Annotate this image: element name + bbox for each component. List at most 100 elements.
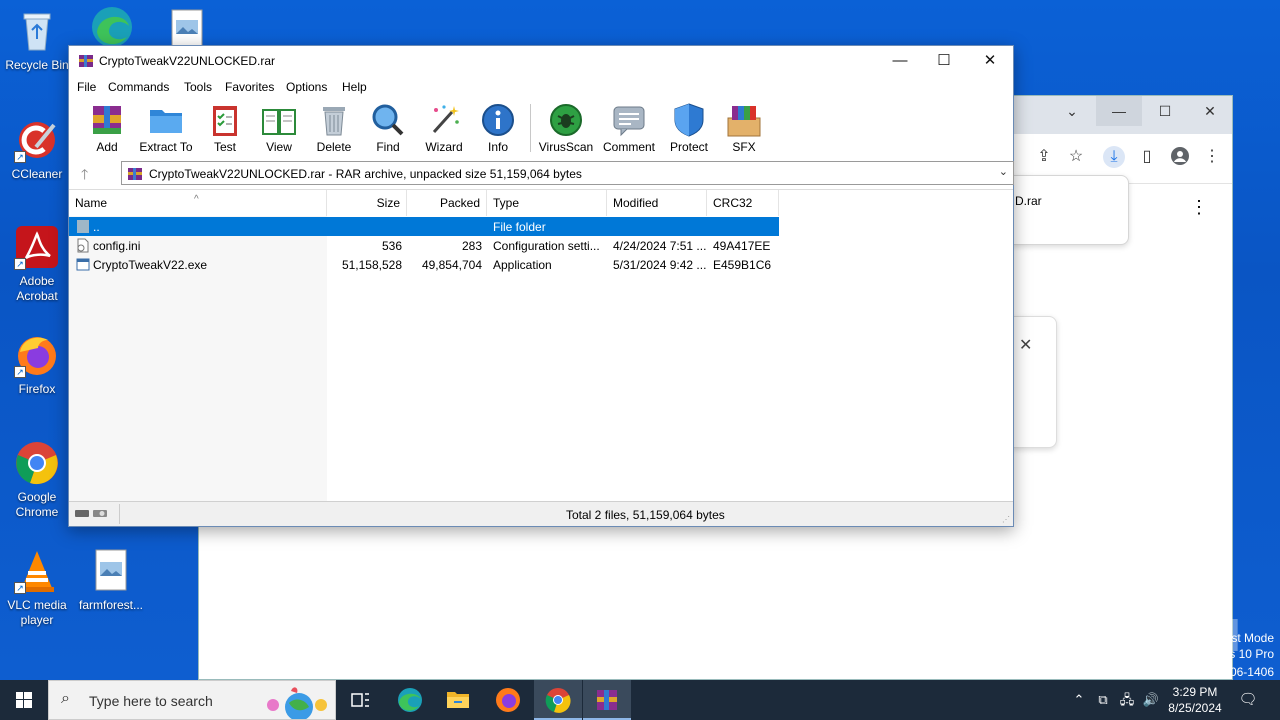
close-button[interactable]: ✕ <box>967 46 1013 76</box>
desktop-icon-recycle-bin[interactable]: Recycle Bin <box>0 8 74 73</box>
column-header-type[interactable]: Type <box>487 190 607 216</box>
file-explorer-icon[interactable] <box>434 680 482 720</box>
popup-dialog: ✕ <box>1012 316 1057 448</box>
trash-icon <box>316 102 352 138</box>
desktop-icon-firefox[interactable]: ↗ Firefox <box>0 332 74 397</box>
window-title: CryptoTweakV22UNLOCKED.rar <box>99 54 276 68</box>
chevron-down-icon[interactable]: ⌄ <box>1049 96 1095 126</box>
menu-tools[interactable]: Tools <box>184 80 212 94</box>
download-more-icon[interactable]: ⋮ <box>1190 198 1208 216</box>
close-icon[interactable]: ✕ <box>1019 335 1032 355</box>
folder-up-icon <box>76 219 90 234</box>
desktop-icon-label: Adobe Acrobat <box>16 274 58 303</box>
rar-archive-icon <box>127 166 143 182</box>
maximize-button[interactable]: ☐ <box>1142 96 1188 126</box>
device-icon[interactable]: ⧉ <box>1092 680 1114 720</box>
winrar-app-icon <box>78 53 94 69</box>
sfx-box-icon <box>726 102 762 138</box>
table-row[interactable]: .. File folder <box>69 217 779 236</box>
winrar-window[interactable]: CryptoTweakV22UNLOCKED.rar — ☐ ✕ File Co… <box>68 45 1014 527</box>
comment-button[interactable]: Comment <box>600 98 658 156</box>
sort-up-icon: ^ <box>194 194 199 205</box>
status-text: Total 2 files, 51,159,064 bytes <box>566 508 725 522</box>
maximize-button[interactable]: ☐ <box>921 46 967 76</box>
column-header-size[interactable]: Size <box>327 190 407 216</box>
more-menu-icon[interactable]: ⋮ <box>1201 146 1223 168</box>
desktop-icon-adobe-acrobat[interactable]: ↗ Adobe Acrobat <box>0 224 74 304</box>
row-modified: 5/31/2024 9:42 ... <box>613 258 707 272</box>
up-arrow-icon[interactable]: 🡑 <box>81 164 88 188</box>
resize-grip-icon[interactable]: ⋰ <box>1002 515 1010 524</box>
menu-file[interactable]: File <box>77 80 96 94</box>
column-header-crc32[interactable]: CRC32 <box>707 190 779 216</box>
extract-to-button[interactable]: Extract To <box>136 98 196 156</box>
firefox-taskbar-icon[interactable] <box>484 680 532 720</box>
drive-icon <box>75 508 107 523</box>
magnifier-icon <box>370 102 406 138</box>
column-header-modified[interactable]: Modified <box>607 190 707 216</box>
header-label: CRC32 <box>713 196 753 210</box>
folder-icon <box>148 102 184 138</box>
test-button[interactable]: Test <box>196 98 254 156</box>
delete-button[interactable]: Delete <box>305 98 363 156</box>
anyrun-watermark: ANY RUN <box>1038 609 1241 661</box>
sfx-button[interactable]: SFX <box>715 98 773 156</box>
menu-commands[interactable]: Commands <box>108 80 169 94</box>
system-clock[interactable]: 3:29 PM 8/25/2024 <box>1158 684 1232 716</box>
chevron-down-icon[interactable]: ⌄ <box>999 165 1008 178</box>
test-mode-line: st Mode <box>1231 631 1274 645</box>
winrar-taskbar-icon[interactable] <box>583 680 631 720</box>
protect-button[interactable]: Protect <box>660 98 718 156</box>
task-view-button[interactable] <box>336 680 384 720</box>
profile-icon[interactable] <box>1169 146 1191 168</box>
share-icon[interactable]: ⇪ <box>1033 146 1055 168</box>
search-icon: ⌕ <box>61 690 70 707</box>
table-row[interactable]: CryptoTweakV22.exe 51,158,528 49,854,704… <box>69 255 779 274</box>
download-bubble[interactable]: D.rar <box>1012 175 1129 245</box>
toolbar-label: Delete <box>316 140 352 154</box>
menu-options[interactable]: Options <box>286 80 327 94</box>
desktop-icon-vlc[interactable]: ↗ VLC media player <box>0 548 74 628</box>
chevron-up-icon[interactable]: ⌃ <box>1068 680 1090 720</box>
edge-taskbar-icon[interactable] <box>386 680 434 720</box>
header-label: Size <box>376 196 400 210</box>
row-name: .. <box>93 220 100 234</box>
toolbar-label: SFX <box>732 140 756 154</box>
row-name: config.ini <box>93 239 141 253</box>
minimize-button[interactable]: — <box>1096 96 1142 126</box>
row-size: 536 <box>381 239 402 253</box>
address-field[interactable]: CryptoTweakV22UNLOCKED.rar - RAR archive… <box>121 161 1014 185</box>
start-button[interactable] <box>0 680 48 720</box>
menu-favorites[interactable]: Favorites <box>225 80 274 94</box>
desktop-icon-google-chrome[interactable]: Google Chrome <box>0 440 74 520</box>
desktop-icon-farmforest[interactable]: farmforest... <box>74 548 148 613</box>
side-panel-icon[interactable]: ▯ <box>1136 146 1158 168</box>
file-list[interactable]: Name ^ Size Packed Type Modified CRC32 .… <box>69 189 1013 502</box>
row-crc32: E459B1C6 <box>713 258 772 272</box>
network-icon[interactable]: 🖧 <box>1116 680 1138 720</box>
shield-icon <box>671 102 707 138</box>
find-button[interactable]: Find <box>359 98 417 156</box>
search-placeholder: Type here to search <box>89 693 213 709</box>
info-button[interactable]: Info <box>469 98 527 156</box>
chrome-taskbar-icon[interactable] <box>534 680 582 720</box>
column-header-name[interactable]: Name ^ <box>69 190 327 216</box>
minimize-button[interactable]: — <box>877 46 923 76</box>
download-icon[interactable]: ⤓ <box>1103 146 1125 168</box>
desktop-icon-ccleaner[interactable]: ↗ CCleaner <box>0 117 74 182</box>
wizard-button[interactable]: Wizard <box>415 98 473 156</box>
table-row[interactable]: config.ini 536 283 Configuration setti..… <box>69 236 779 255</box>
image-file-icon <box>88 548 134 594</box>
view-button[interactable]: View <box>250 98 308 156</box>
toolbar-label: View <box>266 140 292 154</box>
virusscan-button[interactable]: VirusScan <box>537 98 595 156</box>
menu-help[interactable]: Help <box>342 80 367 94</box>
clock-date: 8/25/2024 <box>1168 701 1222 715</box>
close-button[interactable]: ✕ <box>1187 96 1233 126</box>
header-label: Type <box>493 196 520 210</box>
search-box[interactable]: ⌕ Type here to search <box>48 680 336 720</box>
bookmark-star-icon[interactable]: ☆ <box>1065 146 1087 168</box>
notifications-icon[interactable]: 🗨 <box>1234 680 1262 720</box>
add-button[interactable]: Add <box>78 98 136 156</box>
column-header-packed[interactable]: Packed <box>407 190 487 216</box>
